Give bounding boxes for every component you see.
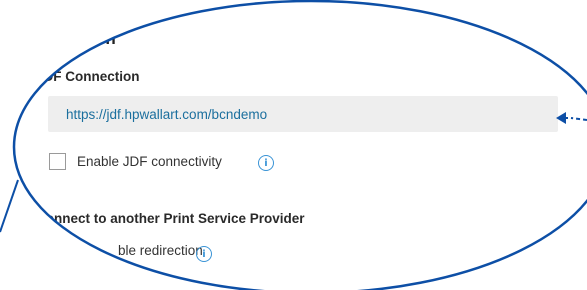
jdf-connection-label: JDF Connection xyxy=(36,69,140,84)
jdf-url-value: https://jdf.hpwallart.com/bcndemo xyxy=(66,106,268,122)
enable-jdf-checkbox[interactable] xyxy=(49,153,66,170)
info-icon[interactable]: i xyxy=(258,155,274,171)
section-title: w Integration xyxy=(10,29,116,48)
integration-settings-panel: w Integration JDF Connection https://jdf… xyxy=(0,0,587,290)
info-icon[interactable]: i xyxy=(196,246,212,262)
jdf-url-field[interactable]: https://jdf.hpwallart.com/bcndemo xyxy=(48,96,558,132)
left-arrow-icon xyxy=(556,112,587,124)
callout-line xyxy=(0,179,19,233)
enable-jdf-label[interactable]: Enable JDF connectivity xyxy=(77,154,222,169)
psp-heading: Connect to another Print Service Provide… xyxy=(36,211,305,226)
enable-redirection-label[interactable]: ble redirection xyxy=(118,243,203,258)
